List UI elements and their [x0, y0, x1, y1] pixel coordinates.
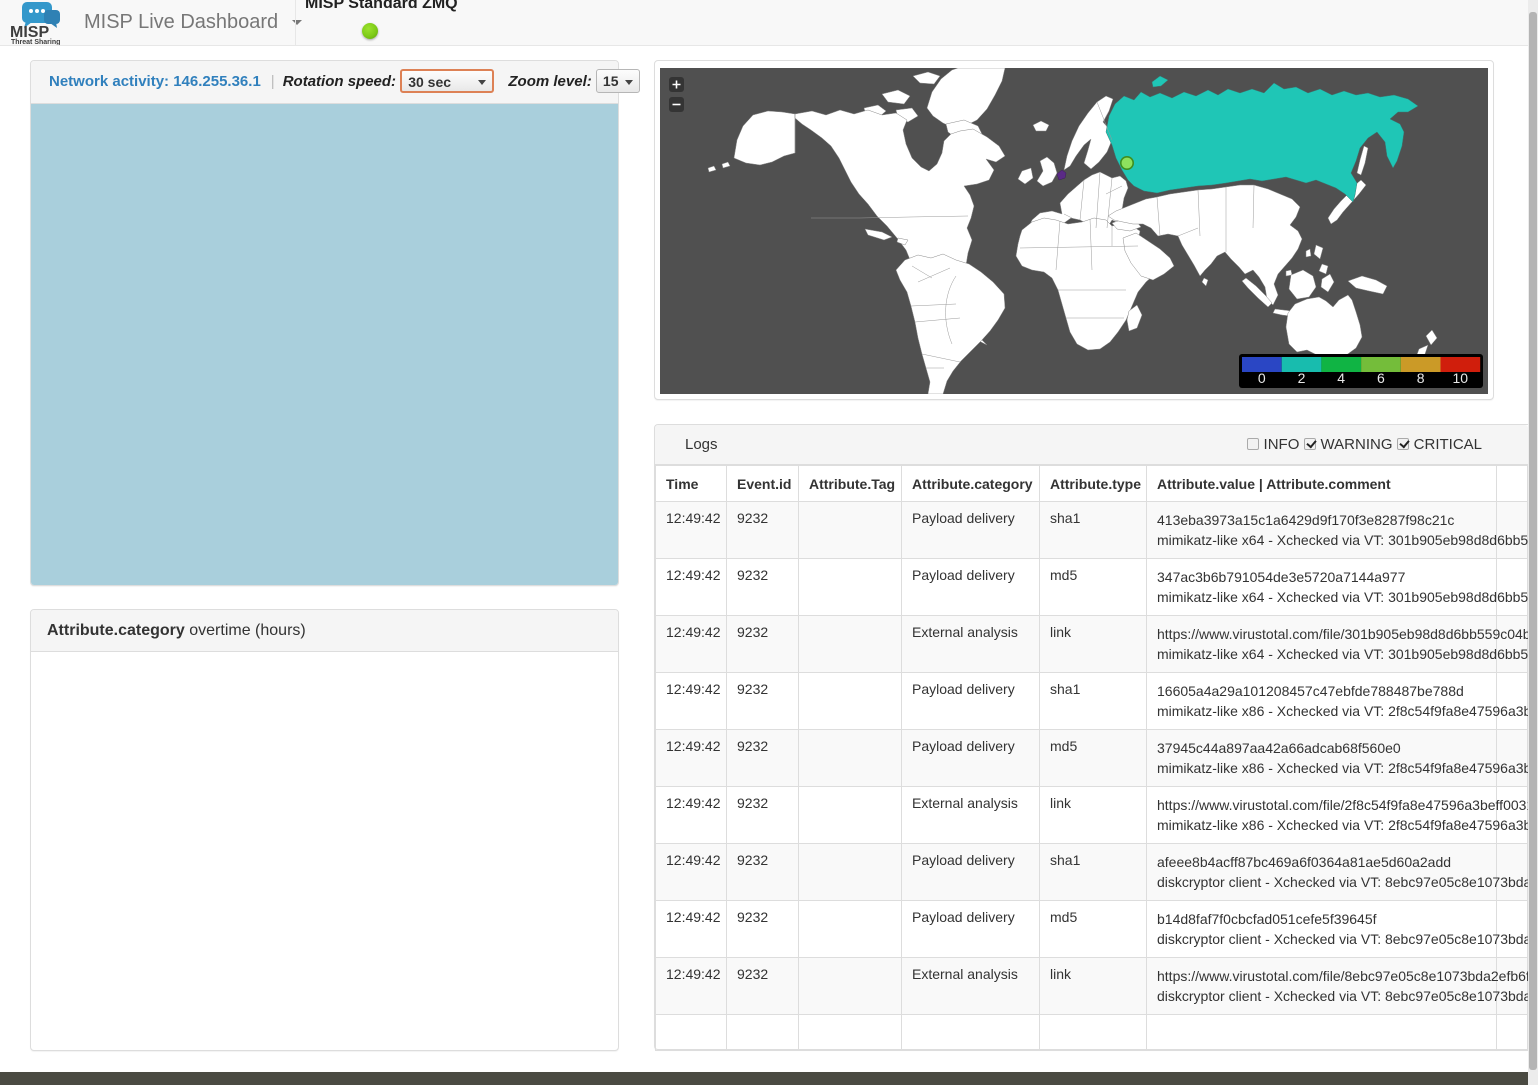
svg-text:4: 4 — [1337, 370, 1345, 386]
svg-text:8: 8 — [1417, 370, 1425, 386]
svg-text:0: 0 — [1258, 370, 1266, 386]
svg-text:6: 6 — [1377, 370, 1385, 386]
svg-text:Threat Sharing: Threat Sharing — [11, 39, 60, 45]
svg-text:2: 2 — [1298, 370, 1306, 386]
svg-text:10: 10 — [1453, 370, 1469, 386]
